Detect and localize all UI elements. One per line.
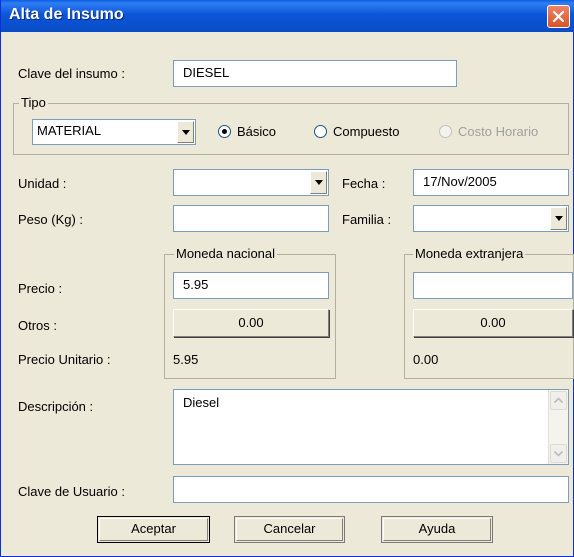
precio-unitario-extranjera-value: 0.00 [413, 352, 439, 367]
otros-label: Otros : [18, 318, 58, 333]
radio-basico[interactable] [218, 125, 231, 138]
familia-select[interactable] [413, 205, 569, 232]
cancelar-button[interactable]: Cancelar [234, 516, 345, 543]
moneda-extranjera-label: Moneda extranjera [413, 246, 526, 261]
radio-compuesto-label[interactable]: Compuesto [333, 124, 399, 139]
ayuda-button[interactable]: Ayuda [381, 516, 493, 543]
otros-extranjera-button[interactable]: 0.00 [413, 309, 573, 337]
precio-unitario-nacional-value: 5.95 [173, 352, 199, 367]
window-title: Alta de Insumo [9, 6, 124, 23]
ayuda-button-label: Ayuda [418, 521, 456, 536]
unidad-label: Unidad : [18, 176, 67, 191]
title-bar[interactable]: Alta de Insumo [1, 0, 574, 32]
otros-nacional-button[interactable]: 0.00 [173, 309, 329, 337]
peso-input[interactable] [173, 205, 329, 232]
chevron-down-icon[interactable] [310, 171, 327, 194]
precio-label: Precio : [18, 281, 63, 296]
chevron-down-icon[interactable] [550, 207, 567, 230]
radio-costo-horario [439, 125, 452, 138]
precio-extranjera-input[interactable] [413, 272, 573, 299]
clave-usuario-input[interactable] [173, 476, 569, 503]
scroll-down-button[interactable] [550, 444, 567, 463]
clave-insumo-input[interactable]: DIESEL [173, 60, 457, 87]
peso-label: Peso (Kg) : [18, 212, 84, 227]
radio-basico-label[interactable]: Básico [237, 124, 276, 139]
precio-nacional-input[interactable]: 5.95 [173, 272, 329, 299]
cancelar-button-label: Cancelar [263, 521, 316, 536]
precio-unitario-label: Precio Unitario : [18, 352, 111, 367]
aceptar-button[interactable]: Aceptar [97, 516, 210, 543]
chevron-down-icon[interactable] [177, 121, 194, 143]
tipo-select[interactable]: MATERIAL [32, 119, 196, 145]
close-button[interactable] [547, 5, 570, 28]
fecha-label: Fecha : [342, 176, 386, 191]
aceptar-button-label: Aceptar [131, 521, 176, 536]
tipo-group-label: Tipo [19, 95, 48, 110]
moneda-nacional-label: Moneda nacional [174, 246, 278, 261]
descripcion-textarea[interactable]: Diesel [173, 389, 569, 465]
scroll-up-button[interactable] [550, 391, 567, 410]
fecha-input[interactable]: 17/Nov/2005 [413, 169, 569, 196]
tipo-select-value: MATERIAL [37, 123, 102, 138]
descripcion-text: Diesel [183, 395, 220, 410]
familia-label: Familia : [342, 212, 392, 227]
chevron-down-icon [553, 450, 564, 457]
descripcion-scrollbar[interactable] [548, 390, 568, 464]
chevron-up-icon [553, 397, 564, 404]
descripcion-label: Descripción : [18, 399, 94, 414]
clave-usuario-label: Clave de Usuario : [18, 484, 125, 499]
unidad-select[interactable] [173, 169, 329, 196]
radio-compuesto[interactable] [314, 125, 327, 138]
radio-costo-horario-label: Costo Horario [458, 124, 539, 139]
clave-insumo-label: Clave del insumo : [18, 66, 125, 81]
dialog-window: Alta de Insumo Clave del insumo : DIESEL… [0, 0, 574, 557]
